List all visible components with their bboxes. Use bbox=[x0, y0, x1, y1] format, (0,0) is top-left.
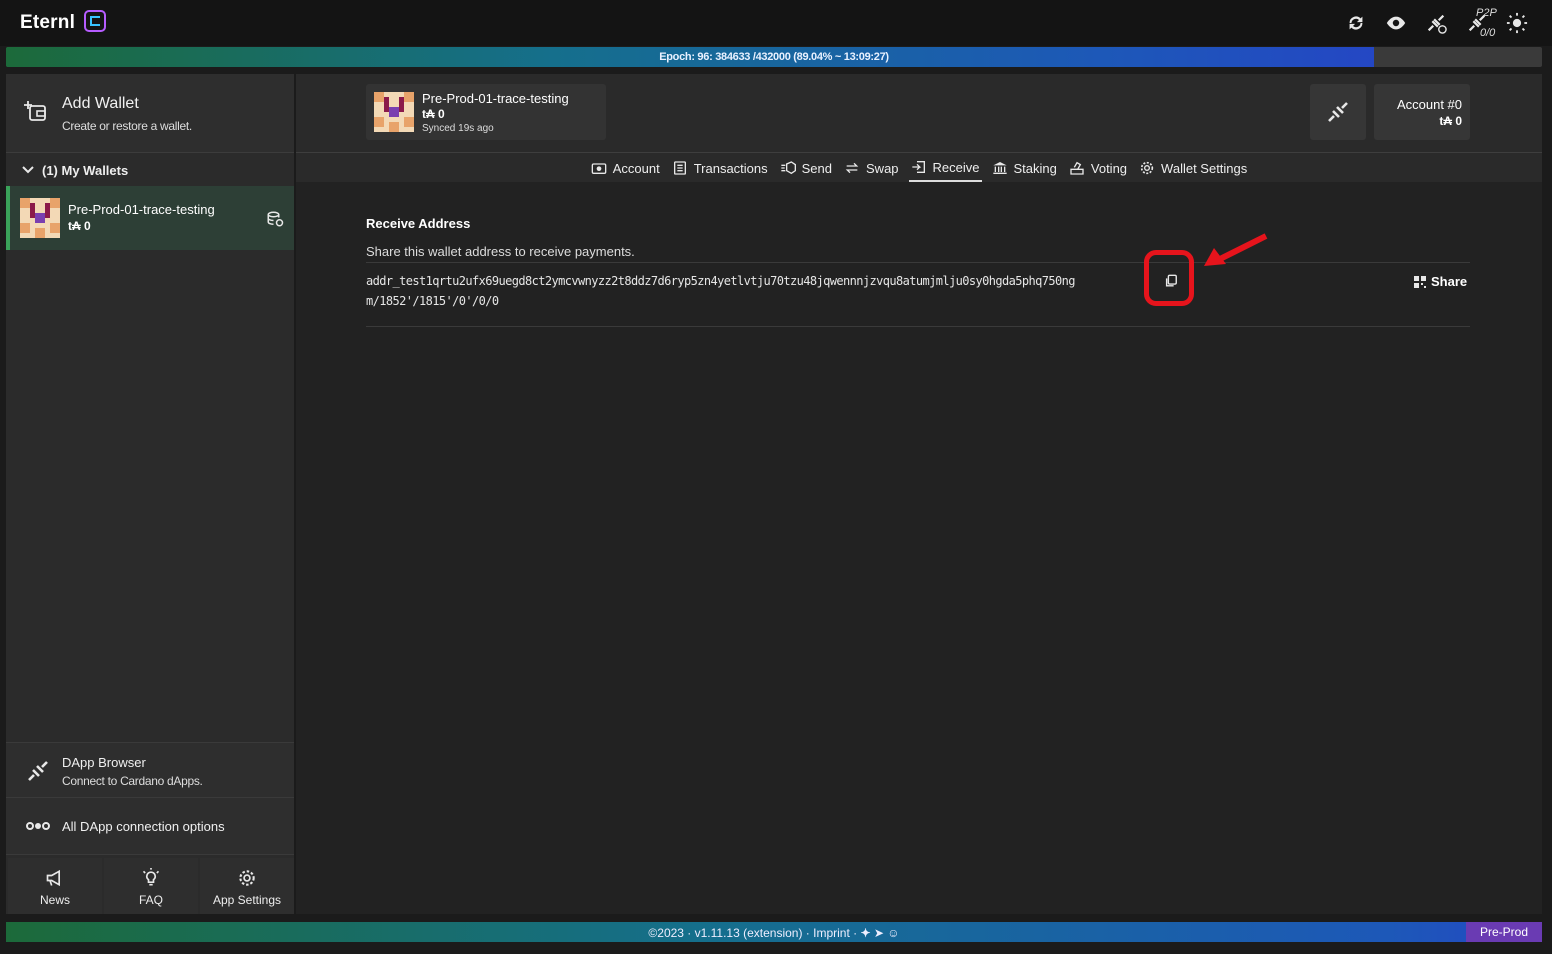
sidebar-wallet-name: Pre-Prod-01-trace-testing bbox=[68, 202, 215, 217]
divider bbox=[366, 326, 1470, 327]
camera-icon bbox=[591, 163, 607, 174]
network-plug-icon[interactable] bbox=[1425, 12, 1447, 34]
my-wallets-label: (1) My Wallets bbox=[42, 163, 129, 178]
receive-address-title: Receive Address bbox=[366, 216, 471, 231]
tab-account[interactable]: Account bbox=[589, 154, 662, 182]
plug-icon bbox=[1328, 102, 1348, 122]
tab-staking[interactable]: Staking bbox=[990, 154, 1059, 182]
telegram-icon[interactable]: ➤ bbox=[874, 926, 884, 940]
share-label: Share bbox=[1431, 274, 1468, 289]
derivation-path: m/1852'/1815'/0'/0/0 bbox=[366, 294, 499, 308]
megaphone-icon bbox=[46, 869, 60, 887]
receive-address-value[interactable]: addr_test1qrtu2ufx69uegd8ct2ymcvwnyzz2t8… bbox=[366, 274, 1075, 288]
receive-icon bbox=[911, 161, 925, 173]
lightbulb-icon bbox=[142, 868, 160, 886]
send-icon bbox=[780, 161, 796, 175]
tab-label: Receive bbox=[932, 159, 980, 175]
divider bbox=[296, 152, 1542, 153]
tab-transactions[interactable]: Transactions bbox=[670, 154, 770, 182]
vote-icon bbox=[1070, 161, 1084, 175]
red-arrow-annotation bbox=[1204, 233, 1268, 266]
top-bar: Eternl P2P 0/0 bbox=[0, 0, 1552, 46]
twitter-icon[interactable]: ✦ bbox=[860, 926, 870, 940]
p2p-count: 0/0 bbox=[1480, 27, 1496, 39]
tab-label: Staking bbox=[1013, 160, 1057, 176]
tab-label: Send bbox=[801, 160, 833, 176]
app-settings-button[interactable]: App Settings bbox=[200, 858, 294, 914]
faq-button[interactable]: FAQ bbox=[104, 858, 198, 914]
qr-code-icon bbox=[1414, 275, 1426, 288]
header-wallet-name: Pre-Prod-01-trace-testing bbox=[422, 91, 569, 106]
wallet-header-card[interactable]: Pre-Prod-01-trace-testing t₳ 0 Synced 19… bbox=[366, 84, 606, 140]
app-settings-label: App Settings bbox=[212, 893, 282, 907]
tab-send[interactable]: Send bbox=[778, 154, 834, 182]
swap-icon bbox=[845, 162, 859, 174]
tab-wallet-settings[interactable]: Wallet Settings bbox=[1137, 154, 1249, 182]
tab-voting[interactable]: Voting bbox=[1067, 154, 1129, 182]
header-wallet-balance: t₳ 0 bbox=[422, 107, 445, 121]
add-wallet-subtitle: Create or restore a wallet. bbox=[62, 119, 192, 133]
account-balance: t₳ 0 bbox=[1439, 114, 1462, 128]
epoch-text: Epoch: 96: 384633 /432000 (89.04% ~ 13:0… bbox=[659, 51, 889, 63]
dapp-browser-subtitle: Connect to Cardano dApps. bbox=[62, 774, 203, 788]
footer-text: ©2023 · v1.11.13 (extension) · Imprint ·… bbox=[6, 926, 1542, 940]
receive-content: Receive Address Share this wallet addres… bbox=[296, 182, 1542, 914]
discord-icon[interactable]: ☺ bbox=[887, 926, 899, 940]
all-dapp-options-button[interactable]: All DApp connection options bbox=[6, 798, 294, 855]
tab-label: Account bbox=[612, 160, 660, 176]
gear-icon bbox=[1140, 161, 1154, 175]
wallet-avatar bbox=[374, 92, 414, 132]
p2p-label: P2P bbox=[1476, 7, 1497, 19]
eye-icon[interactable] bbox=[1385, 12, 1407, 34]
add-wallet-icon bbox=[24, 101, 46, 121]
chevron-down-icon bbox=[22, 166, 34, 174]
tab-label: Wallet Settings bbox=[1161, 160, 1248, 176]
wallet-tabs: Account Transactions Send Swap Receive S… bbox=[296, 154, 1542, 182]
news-label: News bbox=[39, 893, 70, 907]
main-panel: Pre-Prod-01-trace-testing t₳ 0 Synced 19… bbox=[296, 74, 1542, 914]
all-dapp-options-label: All DApp connection options bbox=[62, 819, 225, 834]
faq-label: FAQ bbox=[138, 893, 163, 907]
news-button[interactable]: News bbox=[8, 858, 102, 914]
account-name: Account #0 bbox=[1396, 97, 1462, 112]
network-badge[interactable]: Pre-Prod bbox=[1466, 922, 1542, 942]
add-wallet-button[interactable]: Add Wallet Create or restore a wallet. bbox=[6, 74, 294, 153]
dapp-connect-button[interactable] bbox=[1310, 84, 1366, 140]
dapp-browser-title: DApp Browser bbox=[62, 755, 146, 770]
footer-copyright: ©2023 · v1.11.13 (extension) · Imprint · bbox=[648, 926, 858, 940]
sidebar: Add Wallet Create or restore a wallet. (… bbox=[6, 74, 294, 914]
connection-dots-icon bbox=[26, 822, 50, 830]
receive-address-subtitle: Share this wallet address to receive pay… bbox=[366, 244, 635, 259]
bank-icon bbox=[992, 162, 1007, 174]
tab-label: Voting bbox=[1090, 160, 1128, 176]
tab-label: Swap bbox=[866, 160, 899, 176]
plug-icon bbox=[28, 761, 48, 781]
tab-receive[interactable]: Receive bbox=[908, 154, 982, 182]
sidebar-wallet-item[interactable]: Pre-Prod-01-trace-testing t₳ 0 bbox=[6, 186, 294, 250]
sync-icon[interactable] bbox=[1345, 12, 1367, 34]
footer-bar: ©2023 · v1.11.13 (extension) · Imprint ·… bbox=[6, 922, 1542, 942]
sidebar-wallet-balance: t₳ 0 bbox=[68, 219, 91, 233]
app-logo-icon bbox=[84, 10, 106, 32]
epoch-progress-bar: Epoch: 96: 384633 /432000 (89.04% ~ 13:0… bbox=[6, 47, 1542, 67]
list-icon bbox=[673, 161, 686, 175]
dapp-browser-button[interactable]: DApp Browser Connect to Cardano dApps. bbox=[6, 742, 294, 798]
wallet-avatar bbox=[20, 198, 60, 238]
tab-swap[interactable]: Swap bbox=[842, 154, 901, 182]
database-sync-icon[interactable] bbox=[266, 210, 284, 228]
sync-status: Synced 19s ago bbox=[422, 123, 494, 134]
share-button[interactable]: Share bbox=[1414, 274, 1467, 289]
divider bbox=[366, 262, 1470, 263]
add-wallet-title: Add Wallet bbox=[62, 95, 139, 112]
my-wallets-group-toggle[interactable]: (1) My Wallets bbox=[6, 154, 294, 187]
app-logo-text: Eternl bbox=[20, 12, 76, 33]
account-selector[interactable]: Account #0 t₳ 0 bbox=[1374, 84, 1470, 140]
tab-label: Transactions bbox=[693, 160, 768, 176]
sun-icon[interactable] bbox=[1506, 12, 1528, 34]
gear-icon bbox=[239, 870, 255, 886]
highlight-circle-annotation bbox=[1144, 250, 1194, 306]
